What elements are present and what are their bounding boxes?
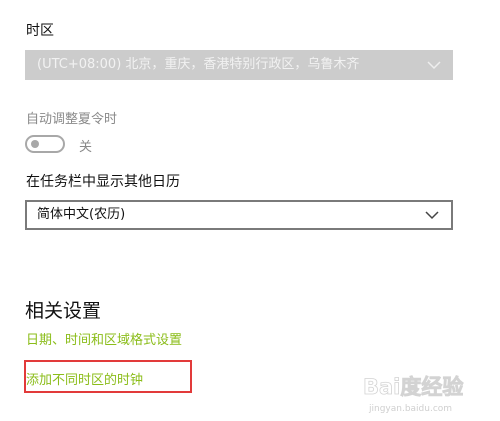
timezone-select[interactable]: (UTC+08:00) 北京，重庆，香港特别行政区，乌鲁木齐 bbox=[25, 50, 453, 80]
calendar-select[interactable]: 简体中文(农历) bbox=[25, 200, 453, 230]
calendar-select-value: 简体中文(农历) bbox=[37, 207, 126, 222]
watermark-brand: Bai度经验 bbox=[363, 375, 463, 399]
timezone-label: 时区 bbox=[26, 23, 54, 39]
chevron-down-icon bbox=[425, 210, 439, 220]
toggle-knob bbox=[31, 140, 39, 148]
related-settings-heading: 相关设置 bbox=[25, 300, 102, 322]
chevron-down-icon bbox=[427, 60, 441, 70]
watermark-url: jingyan.baidu.com bbox=[368, 404, 452, 414]
dst-label: 自动调整夏令时 bbox=[26, 112, 118, 127]
dst-toggle-state: 关 bbox=[79, 140, 93, 155]
calendar-label: 在任务栏中显示其他日历 bbox=[26, 174, 180, 190]
dst-toggle[interactable] bbox=[25, 135, 65, 153]
baidu-watermark: Bai度经验 jingyan.baidu.com bbox=[363, 366, 483, 416]
settings-page: 时区 (UTC+08:00) 北京，重庆，香港特别行政区，乌鲁木齐 自动调整夏令… bbox=[0, 0, 500, 421]
timezone-select-value: (UTC+08:00) 北京，重庆，香港特别行政区，乌鲁木齐 bbox=[37, 57, 360, 72]
date-time-region-link[interactable]: 日期、时间和区域格式设置 bbox=[26, 329, 182, 348]
highlight-annotation bbox=[24, 360, 192, 393]
